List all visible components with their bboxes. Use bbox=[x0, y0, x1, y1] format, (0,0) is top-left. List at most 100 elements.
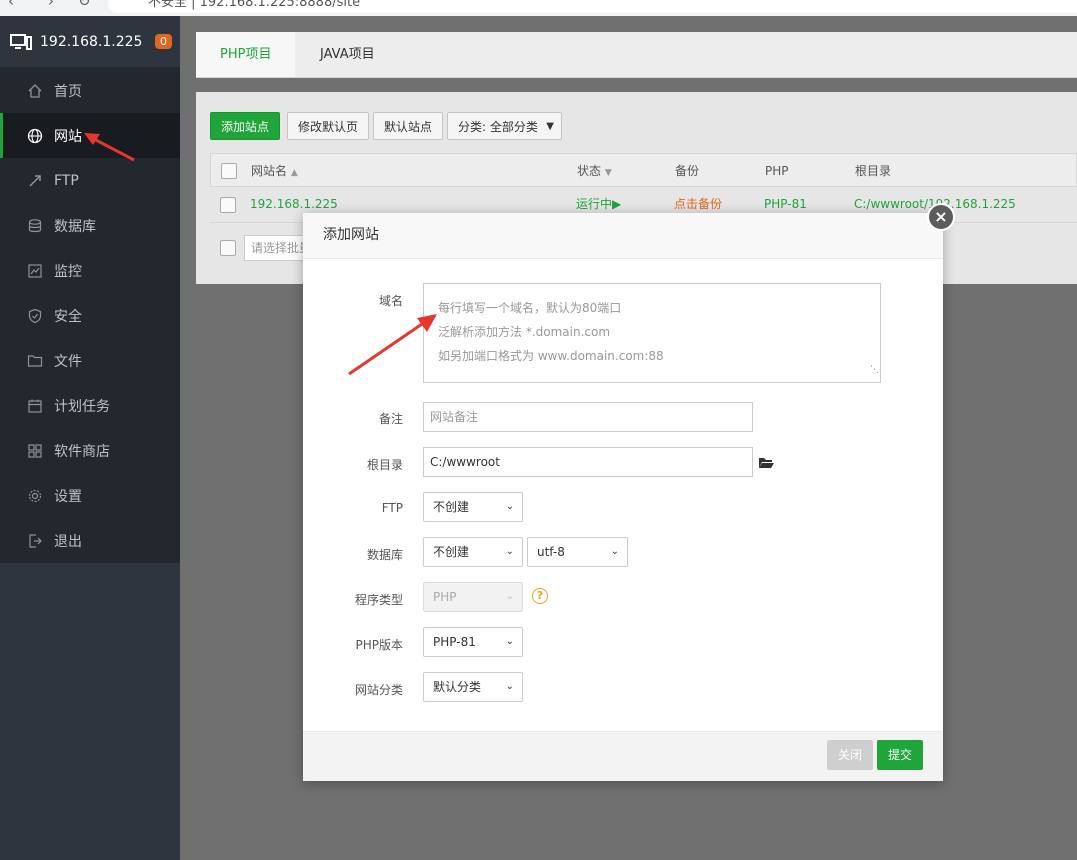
globe-icon bbox=[27, 128, 43, 144]
ftp-icon bbox=[27, 173, 43, 189]
back-icon[interactable]: ‹ bbox=[8, 0, 14, 10]
sort-asc-icon: ▲ bbox=[290, 168, 298, 178]
col-backup-header: 备份 bbox=[675, 164, 700, 178]
sidebar-header: 192.168.1.225 0 bbox=[0, 16, 180, 68]
project-tabs: PHP项目 JAVA项目 bbox=[196, 32, 1077, 78]
add-site-button[interactable]: 添加站点 bbox=[210, 112, 281, 140]
domain-placeholder-line: 如另加端口格式为 www.domain.com:88 bbox=[438, 349, 664, 363]
chevron-down-icon: ⌄ bbox=[610, 546, 619, 557]
site-category-label: 网站分类 bbox=[354, 683, 403, 697]
php-version-select[interactable]: PHP-81 ⌄ bbox=[423, 627, 523, 657]
submit-button[interactable]: 提交 bbox=[877, 740, 924, 770]
sort-desc-icon: ▼ bbox=[604, 168, 612, 178]
chevron-down-icon: ⌄ bbox=[505, 591, 514, 602]
play-icon: ▶ bbox=[612, 197, 622, 211]
database-label: 数据库 bbox=[366, 548, 403, 562]
edit-default-page-button[interactable]: 修改默认页 bbox=[287, 112, 370, 140]
forward-icon[interactable]: › bbox=[48, 0, 54, 10]
chevron-down-icon: ▼ bbox=[546, 121, 554, 132]
sidebar-item-1[interactable]: 网站 bbox=[0, 113, 180, 158]
sidebar-item-label: FTP bbox=[54, 172, 79, 189]
sidebar-item-9[interactable]: 设置 bbox=[0, 473, 180, 518]
sidebar-item-label: 网站 bbox=[54, 128, 82, 145]
batch-checkbox[interactable] bbox=[220, 240, 236, 256]
sidebar-item-4[interactable]: 监控 bbox=[0, 248, 180, 293]
chevron-down-icon: ⌄ bbox=[505, 501, 514, 512]
gear-icon bbox=[27, 488, 43, 504]
close-icon[interactable]: × bbox=[927, 203, 955, 231]
root-input[interactable]: C:/wwwroot bbox=[423, 447, 753, 477]
domain-placeholder-line: 每行填写一个域名，默认为80端口 bbox=[438, 301, 622, 315]
tab-java[interactable]: JAVA项目 bbox=[296, 32, 399, 77]
logout-icon bbox=[27, 533, 43, 549]
col-name-header[interactable]: 网站名 ▲ bbox=[251, 154, 298, 190]
sidebar-item-label: 退出 bbox=[54, 533, 82, 550]
calendar-icon bbox=[27, 398, 43, 414]
sidebar-item-7[interactable]: 计划任务 bbox=[0, 383, 180, 428]
col-status-header[interactable]: 状态 ▼ bbox=[577, 154, 612, 190]
note-input[interactable]: 网站备注 bbox=[423, 402, 753, 432]
php-version-label: PHP版本 bbox=[355, 638, 404, 652]
database-select[interactable]: 不创建 ⌄ bbox=[423, 537, 523, 567]
default-site-button[interactable]: 默认站点 bbox=[373, 112, 444, 140]
notification-badge[interactable]: 0 bbox=[155, 34, 172, 49]
table-header: 网站名 ▲ 状态 ▼ 备份 PHP 根目录 bbox=[210, 153, 1077, 187]
domain-label: 域名 bbox=[378, 294, 403, 308]
folder-icon bbox=[27, 353, 43, 369]
root-label: 根目录 bbox=[366, 458, 403, 472]
server-host: 192.168.1.225 bbox=[40, 33, 143, 50]
monitor-icon bbox=[10, 33, 32, 50]
category-select-value: 分类: 全部分类 bbox=[458, 120, 538, 134]
domain-placeholder-line: 泛解析添加方法 *.domain.com bbox=[438, 325, 611, 339]
row-checkbox[interactable] bbox=[220, 197, 236, 213]
sidebar-item-8[interactable]: 软件商店 bbox=[0, 428, 180, 473]
sidebar-item-label: 数据库 bbox=[54, 218, 96, 235]
sidebar-item-label: 计划任务 bbox=[54, 398, 110, 415]
resize-handle-icon[interactable]: ⋱ bbox=[870, 358, 879, 382]
dialog-title: 添加网站 bbox=[303, 213, 943, 259]
home-icon bbox=[27, 83, 43, 99]
sidebar-item-label: 首页 bbox=[54, 83, 82, 100]
sidebar-item-6[interactable]: 文件 bbox=[0, 338, 180, 383]
address-bar[interactable]: 不安全 | 192.168.1.225:8888/site bbox=[108, 0, 1077, 13]
note-label: 备注 bbox=[378, 412, 403, 426]
ftp-select[interactable]: 不创建 ⌄ bbox=[423, 492, 523, 522]
sidebar-item-3[interactable]: 数据库 bbox=[0, 203, 180, 248]
sidebar: 192.168.1.225 0 首页网站 FTP 数据库监控安全文件计划任务软件商店… bbox=[0, 16, 180, 860]
sidebar-item-label: 监控 bbox=[54, 263, 82, 280]
sidebar-item-label: 文件 bbox=[54, 353, 82, 370]
program-type-select: PHP ⌄ bbox=[423, 582, 523, 612]
chevron-down-icon: ⌄ bbox=[505, 636, 514, 647]
folder-open-icon[interactable] bbox=[758, 457, 774, 469]
program-type-label: 程序类型 bbox=[354, 593, 403, 607]
sidebar-item-label: 设置 bbox=[54, 488, 82, 505]
charset-select[interactable]: utf-8 ⌄ bbox=[527, 537, 628, 567]
domain-textarea[interactable]: 每行填写一个域名，默认为80端口 泛解析添加方法 *.domain.com 如另… bbox=[423, 283, 881, 383]
col-php-header: PHP bbox=[765, 164, 789, 178]
sidebar-item-label: 软件商店 bbox=[54, 443, 110, 460]
shield-icon bbox=[27, 308, 43, 324]
reload-icon[interactable]: ↻ bbox=[78, 0, 91, 10]
sidebar-item-2[interactable]: FTP bbox=[0, 158, 180, 203]
close-button[interactable]: 关闭 bbox=[827, 740, 874, 770]
chevron-down-icon: ⌄ bbox=[505, 681, 514, 692]
database-icon bbox=[27, 218, 43, 234]
sidebar-item-10[interactable]: 退出 bbox=[0, 518, 180, 563]
apps-icon bbox=[27, 443, 43, 459]
sidebar-menu: 首页网站 FTP 数据库监控安全文件计划任务软件商店设置退出 bbox=[0, 68, 180, 563]
site-category-select[interactable]: 默认分类 ⌄ bbox=[423, 672, 523, 702]
dialog-footer: 关闭 提交 bbox=[303, 731, 943, 781]
tab-php[interactable]: PHP项目 bbox=[196, 32, 296, 77]
help-icon[interactable]: ? bbox=[532, 588, 548, 604]
sidebar-item-label: 安全 bbox=[54, 308, 82, 325]
browser-toolbar: ‹ › ↻ 不安全 | 192.168.1.225:8888/site bbox=[0, 0, 1077, 17]
select-all-checkbox[interactable] bbox=[221, 163, 237, 179]
category-select[interactable]: 分类: 全部分类 ▼ bbox=[447, 112, 562, 140]
add-site-dialog: 添加网站 域名 每行填写一个域名，默认为80端口 泛解析添加方法 *.domai… bbox=[303, 213, 943, 781]
monitor-icon bbox=[27, 263, 43, 279]
col-root-header: 根目录 bbox=[855, 164, 892, 178]
ftp-label: FTP bbox=[381, 501, 403, 515]
chevron-down-icon: ⌄ bbox=[505, 546, 514, 557]
sidebar-item-0[interactable]: 首页 bbox=[0, 68, 180, 113]
sidebar-item-5[interactable]: 安全 bbox=[0, 293, 180, 338]
